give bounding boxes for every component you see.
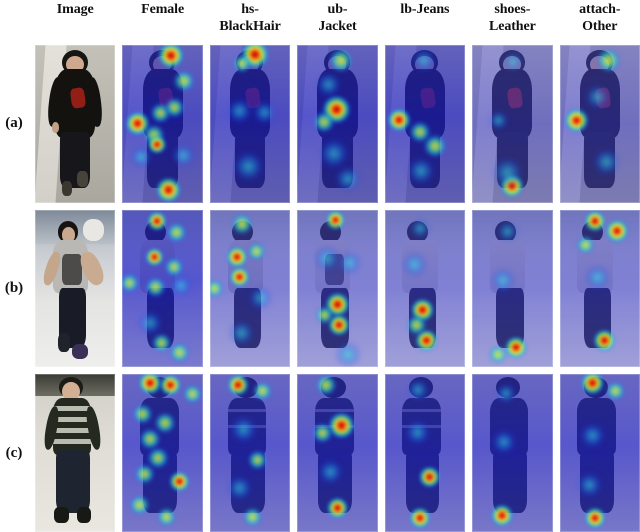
cell-a-image <box>35 45 116 203</box>
cell-b-shoes-leather <box>472 209 553 368</box>
column-header-attach-other: attach- Other <box>560 0 640 38</box>
cell-c-shoes-leather <box>472 374 553 532</box>
column-header-label: Image <box>56 2 94 17</box>
cell-b-image <box>35 209 116 368</box>
cell-b-hs-blackhair <box>209 209 291 368</box>
column-header-label: lb-Jeans <box>400 2 450 17</box>
column-header-lb-jeans: lb-Jeans <box>385 0 465 38</box>
cell-a-shoes-leather <box>472 45 553 203</box>
heatmap-b-lb-jeans <box>384 209 466 368</box>
heatmap-b-ub-jacket <box>297 209 378 368</box>
heatmap-a-lb-jeans <box>384 45 466 203</box>
heatmap-a-hs-blackhair <box>209 45 291 203</box>
column-header-female: Female <box>122 0 202 38</box>
person-photo-a <box>35 45 116 203</box>
column-header-label: attach- Other <box>579 2 621 34</box>
heatmap-c-hs-blackhair <box>209 374 291 532</box>
heatmap-a-attach-other <box>559 45 640 203</box>
cell-b-ub-jacket <box>297 209 378 368</box>
cell-a-ub-jacket <box>297 45 378 203</box>
heatmap-a-female <box>122 45 203 203</box>
column-header-hs-blackhair: hs- BlackHair <box>210 0 290 38</box>
heatmap-c-shoes-leather <box>472 374 553 532</box>
cell-c-hs-blackhair <box>209 374 291 532</box>
cell-a-female <box>122 45 203 203</box>
column-header-shoes-leather: shoes- Leather <box>472 0 552 38</box>
heatmap-b-shoes-leather <box>472 209 553 368</box>
cell-b-lb-jeans <box>384 209 466 368</box>
row-label-c: (c) <box>5 444 23 461</box>
heatmap-c-attach-other <box>559 374 640 532</box>
column-header-ub-jacket: ub- Jacket <box>297 0 377 38</box>
row-label-b: (b) <box>4 279 24 296</box>
heatmap-c-ub-jacket <box>297 374 378 532</box>
row-label-a: (a) <box>5 115 23 132</box>
heatmap-c-lb-jeans <box>384 374 466 532</box>
column-header-label: Female <box>141 2 185 17</box>
cell-c-female <box>122 374 203 532</box>
heatmap-c-female <box>122 374 203 532</box>
attention-heatmap-figure: Image Female hs- BlackHair ub- Jacket lb-J… <box>0 0 640 532</box>
heatmap-b-hs-blackhair <box>209 209 291 368</box>
cell-a-lb-jeans <box>384 45 466 203</box>
cell-c-attach-other <box>559 374 640 532</box>
column-header-label: ub- Jacket <box>318 2 357 34</box>
column-header-image: Image <box>35 0 115 38</box>
heatmap-b-female <box>122 209 203 368</box>
cell-b-attach-other <box>559 209 640 368</box>
cell-b-female <box>122 209 203 368</box>
grid-corner-spacer <box>0 0 28 38</box>
cell-c-image <box>35 374 116 532</box>
person-photo-b <box>35 209 116 368</box>
heatmap-b-attach-other <box>559 209 640 368</box>
cell-c-lb-jeans <box>384 374 466 532</box>
column-header-label: hs- BlackHair <box>219 2 281 34</box>
heatmap-a-shoes-leather <box>472 45 553 203</box>
cell-c-ub-jacket <box>297 374 378 532</box>
column-header-label: shoes- Leather <box>488 2 536 34</box>
heatmap-a-ub-jacket <box>297 45 378 203</box>
cell-a-hs-blackhair <box>209 45 291 203</box>
cell-a-attach-other <box>559 45 640 203</box>
person-photo-c <box>35 374 116 532</box>
